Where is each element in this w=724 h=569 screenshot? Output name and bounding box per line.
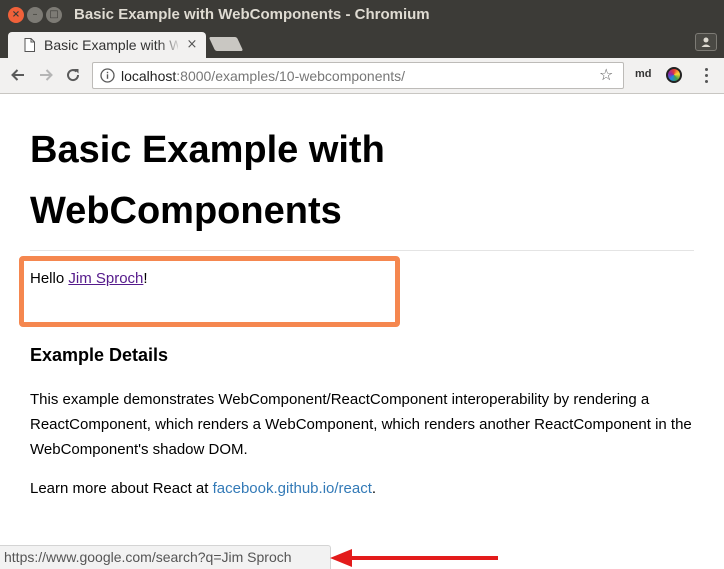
reload-icon[interactable] bbox=[64, 66, 82, 84]
tab-title-fade bbox=[158, 32, 182, 58]
url-path: :8000/examples/10-webcomponents/ bbox=[176, 68, 406, 84]
new-tab-button[interactable] bbox=[208, 37, 244, 51]
tab-strip: Basic Example with WebComponents × bbox=[0, 30, 724, 58]
annotation-arrow-icon bbox=[330, 549, 498, 567]
url-host: localhost bbox=[121, 68, 177, 84]
window-minimize-button[interactable]: – bbox=[27, 7, 43, 23]
star-icon[interactable]: ☆ bbox=[599, 66, 617, 84]
url-text: localhost:8000/examples/10-webcomponents… bbox=[121, 68, 405, 84]
tab-close-icon[interactable]: × bbox=[184, 36, 200, 54]
hello-message: Hello Jim Sproch! bbox=[30, 270, 148, 287]
forward-arrow-icon[interactable] bbox=[37, 66, 55, 84]
back-arrow-icon[interactable] bbox=[9, 66, 27, 84]
markdown-extension-button[interactable]: md bbox=[635, 68, 652, 80]
page-title: Basic Example with WebComponents bbox=[30, 129, 385, 232]
learn-more-prefix: Learn more about React at bbox=[30, 480, 213, 497]
user-name-link[interactable]: Jim Sproch bbox=[68, 270, 143, 287]
hello-suffix: ! bbox=[143, 270, 148, 287]
window-title: Basic Example with WebComponents - Chrom… bbox=[74, 6, 430, 23]
window-maximize-button[interactable]: □ bbox=[46, 7, 62, 23]
browser-toolbar: localhost:8000/examples/10-webcomponents… bbox=[0, 58, 724, 94]
description-paragraph: This example demonstrates WebComponent/R… bbox=[30, 391, 692, 458]
details-heading: Example Details bbox=[30, 345, 169, 365]
learn-more-paragraph: Learn more about React at facebook.githu… bbox=[30, 478, 376, 500]
profile-button[interactable] bbox=[695, 33, 717, 51]
annotation-highlight-box bbox=[19, 256, 400, 327]
color-wheel-icon[interactable] bbox=[666, 67, 682, 83]
address-bar[interactable]: localhost:8000/examples/10-webcomponents… bbox=[92, 62, 624, 89]
window-titlebar: × – □ Basic Example with WebComponents -… bbox=[0, 0, 724, 30]
status-bubble: https://www.google.com/search?q=Jim Spro… bbox=[0, 545, 331, 569]
document-icon bbox=[24, 38, 35, 52]
window-close-button[interactable]: × bbox=[8, 7, 24, 23]
react-docs-link[interactable]: facebook.github.io/react bbox=[213, 480, 372, 497]
browser-tab[interactable]: Basic Example with WebComponents × bbox=[8, 32, 206, 58]
info-icon[interactable] bbox=[100, 68, 115, 83]
title-divider bbox=[30, 250, 694, 251]
hello-prefix: Hello bbox=[30, 270, 69, 287]
learn-more-suffix: . bbox=[371, 480, 377, 497]
kebab-menu-icon[interactable] bbox=[703, 66, 709, 84]
person-icon bbox=[701, 37, 711, 47]
